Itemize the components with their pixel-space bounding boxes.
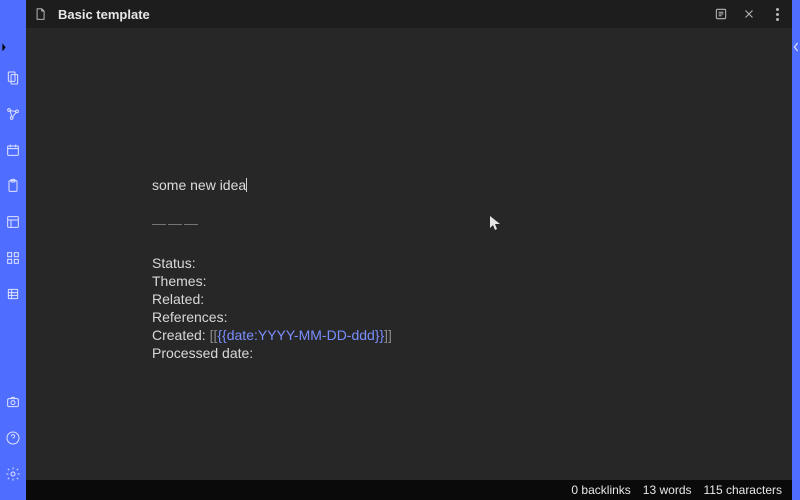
camera-icon[interactable] <box>5 394 21 410</box>
left-sidebar-rail <box>0 0 26 500</box>
status-bar: 0 backlinks 13 words 115 characters <box>26 480 792 500</box>
settings-icon[interactable] <box>5 466 21 482</box>
wikilink-bracket-close: ]] <box>384 327 392 343</box>
editor-area[interactable]: some new idea ——— Status: Themes: Relate… <box>26 28 792 480</box>
metadata-block: Status: Themes: Related: References: Cre… <box>152 254 792 362</box>
text-caret <box>246 178 247 192</box>
clipboard-icon[interactable] <box>5 178 21 194</box>
mouse-cursor-icon <box>489 215 501 231</box>
related-field-label[interactable]: Related: <box>152 291 204 307</box>
created-field-label[interactable]: Created: <box>152 327 206 343</box>
processed-date-field-label[interactable]: Processed date: <box>152 345 253 361</box>
note-title-text[interactable]: some new idea <box>152 177 246 193</box>
graph-icon[interactable] <box>5 106 21 122</box>
template-icon[interactable] <box>5 214 21 230</box>
grid-icon[interactable] <box>5 250 21 266</box>
horizontal-rule: ——— <box>152 214 792 232</box>
help-icon[interactable] <box>5 430 21 446</box>
backlinks-count[interactable]: 0 backlinks <box>571 483 630 497</box>
references-field-label[interactable]: References: <box>152 309 227 325</box>
expand-right-sidebar-icon[interactable] <box>792 38 800 56</box>
tab-title[interactable]: Basic template <box>58 7 150 22</box>
more-icon[interactable] <box>768 5 786 23</box>
expand-left-sidebar-icon[interactable] <box>0 38 8 56</box>
content-column: Basic template some new idea ——— Status: <box>26 0 792 500</box>
calendar-icon[interactable] <box>5 142 21 158</box>
status-field-label[interactable]: Status: <box>152 255 196 271</box>
themes-field-label[interactable]: Themes: <box>152 273 206 289</box>
date-template-token[interactable]: {{date:YYYY-MM-DD-ddd}} <box>217 327 384 343</box>
database-icon[interactable] <box>5 286 21 302</box>
close-icon[interactable] <box>740 5 758 23</box>
tab-bar: Basic template <box>26 0 792 28</box>
files-icon[interactable] <box>5 70 21 86</box>
character-count[interactable]: 115 characters <box>704 483 783 497</box>
outline-icon[interactable] <box>712 5 730 23</box>
right-sidebar-rail <box>792 0 800 500</box>
document-icon <box>32 6 48 22</box>
word-count[interactable]: 13 words <box>643 483 692 497</box>
